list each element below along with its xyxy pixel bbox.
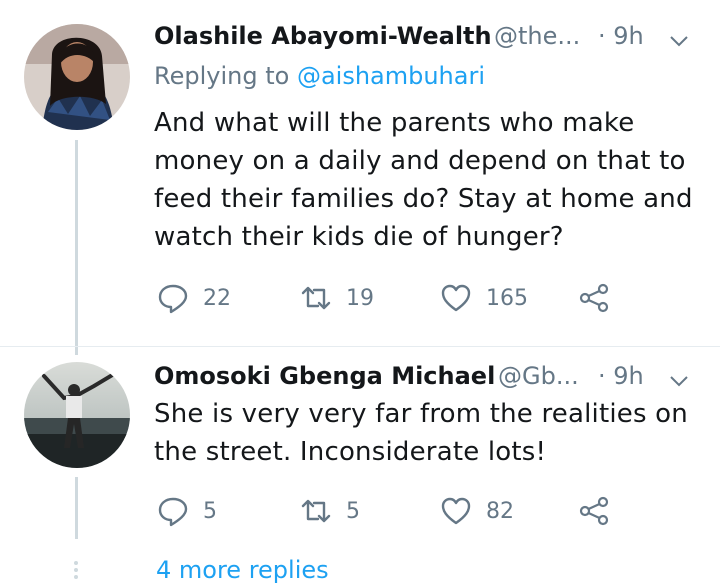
- retweet-icon: [301, 286, 331, 310]
- mention-link[interactable]: @aishambuhari: [297, 62, 485, 90]
- avatar-photo-woman: [24, 24, 130, 130]
- tweet-text-line: money on a daily and depend on that to: [154, 146, 686, 176]
- timestamp[interactable]: · 9h: [598, 22, 644, 50]
- share-button[interactable]: [578, 495, 610, 527]
- thread-line-1: [75, 140, 78, 355]
- share-icon: [579, 496, 609, 526]
- like-count: 82: [486, 498, 514, 524]
- author-name[interactable]: Omosoki Gbenga Michael: [154, 362, 495, 390]
- tweet-text-line: She is very very far from the realities …: [154, 399, 688, 429]
- like-icon: [441, 497, 471, 525]
- replying-to: Replying to @aishambuhari: [154, 62, 485, 90]
- tweet-text-line: watch their kids die of hunger?: [154, 222, 564, 252]
- tweet-text: And what will the parents who make money…: [154, 104, 693, 256]
- avatar[interactable]: [24, 362, 130, 468]
- chevron-down-icon[interactable]: [668, 370, 690, 392]
- more-replies-dots: [72, 558, 80, 582]
- retweet-icon: [301, 499, 331, 523]
- tweet-text-line: And what will the parents who make: [154, 108, 635, 138]
- share-button[interactable]: [578, 282, 610, 314]
- retweet-button[interactable]: 19: [300, 282, 374, 314]
- reply-button[interactable]: 22: [157, 282, 231, 314]
- avatar[interactable]: [24, 24, 130, 130]
- tweet-text-line: the street. Inconsiderate lots!: [154, 437, 547, 467]
- chevron-down-icon[interactable]: [668, 30, 690, 52]
- reply-count: 22: [203, 285, 231, 311]
- author-handle[interactable]: @Gb...: [498, 362, 579, 390]
- reply-icon: [158, 497, 188, 527]
- like-icon: [441, 284, 471, 312]
- author-name[interactable]: Olashile Abayomi-Wealth: [154, 22, 492, 50]
- reply-button[interactable]: 5: [157, 495, 217, 527]
- tweet-text-line: feed their families do? Stay at home and: [154, 184, 693, 214]
- like-count: 165: [486, 285, 528, 311]
- retweet-count: 5: [346, 498, 360, 524]
- retweet-button[interactable]: 5: [300, 495, 360, 527]
- more-replies-link[interactable]: 4 more replies: [156, 556, 329, 584]
- author-handle[interactable]: @the...: [494, 22, 580, 50]
- like-button[interactable]: 165: [440, 282, 528, 314]
- tweet-divider: [0, 346, 720, 347]
- timestamp[interactable]: · 9h: [598, 362, 644, 390]
- like-button[interactable]: 82: [440, 495, 514, 527]
- avatar-photo-man-beach: [24, 362, 130, 468]
- tweet-text: She is very very far from the realities …: [154, 395, 688, 471]
- reply-count: 5: [203, 498, 217, 524]
- share-icon: [579, 283, 609, 313]
- retweet-count: 19: [346, 285, 374, 311]
- thread-line-2: [75, 477, 78, 539]
- replying-to-label: Replying to: [154, 62, 297, 90]
- reply-icon: [158, 284, 188, 314]
